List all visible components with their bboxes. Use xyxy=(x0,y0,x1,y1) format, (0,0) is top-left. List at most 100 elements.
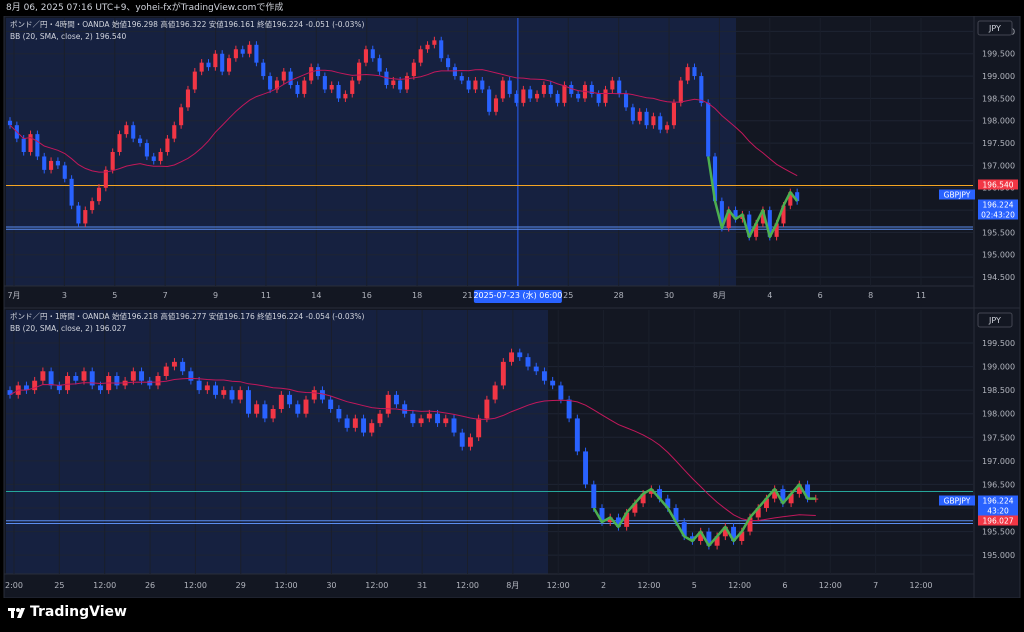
x-tick-label: 12:00 xyxy=(275,581,298,590)
price-label: GBPJPY xyxy=(944,191,971,200)
candle-body xyxy=(328,399,334,409)
candle-body xyxy=(295,404,301,414)
price-label: 196.224 xyxy=(982,201,1013,210)
candle-body xyxy=(443,418,449,424)
candle-body xyxy=(192,71,197,90)
candle-body xyxy=(55,160,60,166)
x-tick-label: 16 xyxy=(362,291,372,300)
legend-indicator: BB (20, SMA, close, 2) 196.027 xyxy=(10,324,126,333)
candle-body xyxy=(361,418,367,433)
y-tick-label: 195.500 xyxy=(982,528,1015,537)
chart-canvas[interactable]: 200.000199.500199.000198.500198.000197.5… xyxy=(0,16,1024,598)
candle-body xyxy=(233,49,238,59)
candle-body xyxy=(103,169,108,188)
candle-body xyxy=(357,62,362,81)
price-label: 196.540 xyxy=(982,181,1013,190)
x-tick-label: 25 xyxy=(54,581,64,590)
x-tick-label: 30 xyxy=(326,581,336,590)
candle-body xyxy=(40,371,46,381)
candle-body xyxy=(432,40,437,45)
candle-body xyxy=(344,418,350,428)
candle-body xyxy=(69,178,74,206)
y-tick-label: 197.500 xyxy=(982,433,1015,442)
y-tick-label: 199.000 xyxy=(982,363,1015,372)
candle-body xyxy=(452,67,457,77)
candle-body xyxy=(692,67,697,77)
candle-body xyxy=(492,385,498,400)
x-tick-label: 8月 xyxy=(713,291,726,300)
candle-body xyxy=(336,409,342,419)
candle-body xyxy=(206,62,211,68)
currency-label: JPY xyxy=(988,24,1001,33)
y-tick-label: 195.000 xyxy=(982,251,1015,260)
candle-body xyxy=(500,80,505,99)
candle-body xyxy=(83,210,88,224)
x-tick-label: 4 xyxy=(767,291,772,300)
y-tick-label: 196.500 xyxy=(982,480,1015,489)
candle-body xyxy=(147,380,153,386)
x-tick-label: 14 xyxy=(311,291,321,300)
candle-body xyxy=(533,366,539,372)
candle-body xyxy=(180,361,186,372)
candle-body xyxy=(213,385,219,395)
candle-body xyxy=(459,76,464,81)
x-tick-label: 12:00 xyxy=(547,581,570,590)
candle-body xyxy=(528,89,533,99)
price-label: 43:20 xyxy=(987,507,1009,516)
candle-body xyxy=(196,380,202,391)
candle-body xyxy=(658,116,663,130)
candle-body xyxy=(155,376,161,386)
candle-body xyxy=(117,134,122,152)
x-tick-label: 11 xyxy=(916,291,926,300)
x-tick-label: 6 xyxy=(782,581,787,590)
candle-body xyxy=(574,418,580,452)
candle-body xyxy=(90,201,95,211)
y-tick-label: 197.500 xyxy=(982,139,1015,148)
candle-body xyxy=(446,58,451,68)
candle-body xyxy=(21,138,26,152)
legend-symbol: ポンド／円・1時間・OANDA 始値196.218 高値196.277 安値19… xyxy=(10,311,365,321)
x-tick-label: 3 xyxy=(62,291,67,300)
candle-body xyxy=(363,49,368,63)
candle-body xyxy=(617,80,622,94)
candle-body xyxy=(76,205,81,224)
candle-body xyxy=(81,371,87,381)
candle-body xyxy=(65,376,71,391)
legend-indicator: BB (20, SMA, close, 2) 196.540 xyxy=(10,32,126,41)
candle-body xyxy=(226,58,232,72)
x-tick-label: 2025-07-23 (水) 06:00 xyxy=(473,290,562,300)
candle-body xyxy=(130,371,136,381)
candle-body xyxy=(343,93,348,99)
candle-body xyxy=(487,89,492,112)
candle-body xyxy=(295,85,300,94)
candle-body xyxy=(336,85,341,99)
candle-body xyxy=(555,93,560,103)
candle-body xyxy=(204,385,210,391)
candle-body xyxy=(480,80,485,90)
candle-body xyxy=(322,76,327,90)
y-tick-label: 198.000 xyxy=(982,410,1015,419)
candle-body xyxy=(493,98,499,112)
candle-body xyxy=(418,49,423,63)
x-tick-label: 12:00 xyxy=(909,581,932,590)
candle-body xyxy=(651,116,656,126)
footer xyxy=(0,598,1024,632)
price-label: 02:43:20 xyxy=(981,211,1015,220)
tradingview-logo-icon xyxy=(8,608,25,618)
candle-body xyxy=(603,89,608,103)
x-tick-label: 29 xyxy=(236,581,246,590)
candle-body xyxy=(473,80,478,90)
y-tick-label: 198.500 xyxy=(982,94,1015,103)
x-tick-label: 12:00 xyxy=(93,581,116,590)
candle-body xyxy=(451,418,457,433)
candle-body xyxy=(350,80,355,94)
candle-body xyxy=(139,371,145,381)
candle-body xyxy=(268,76,273,90)
x-tick-label: 2 xyxy=(601,581,606,590)
candle-body xyxy=(583,451,589,485)
candle-body xyxy=(402,404,408,414)
candle-body xyxy=(185,89,191,108)
candle-body xyxy=(240,49,245,54)
candle-body xyxy=(303,399,309,414)
x-tick-label: 8月 xyxy=(506,581,519,590)
